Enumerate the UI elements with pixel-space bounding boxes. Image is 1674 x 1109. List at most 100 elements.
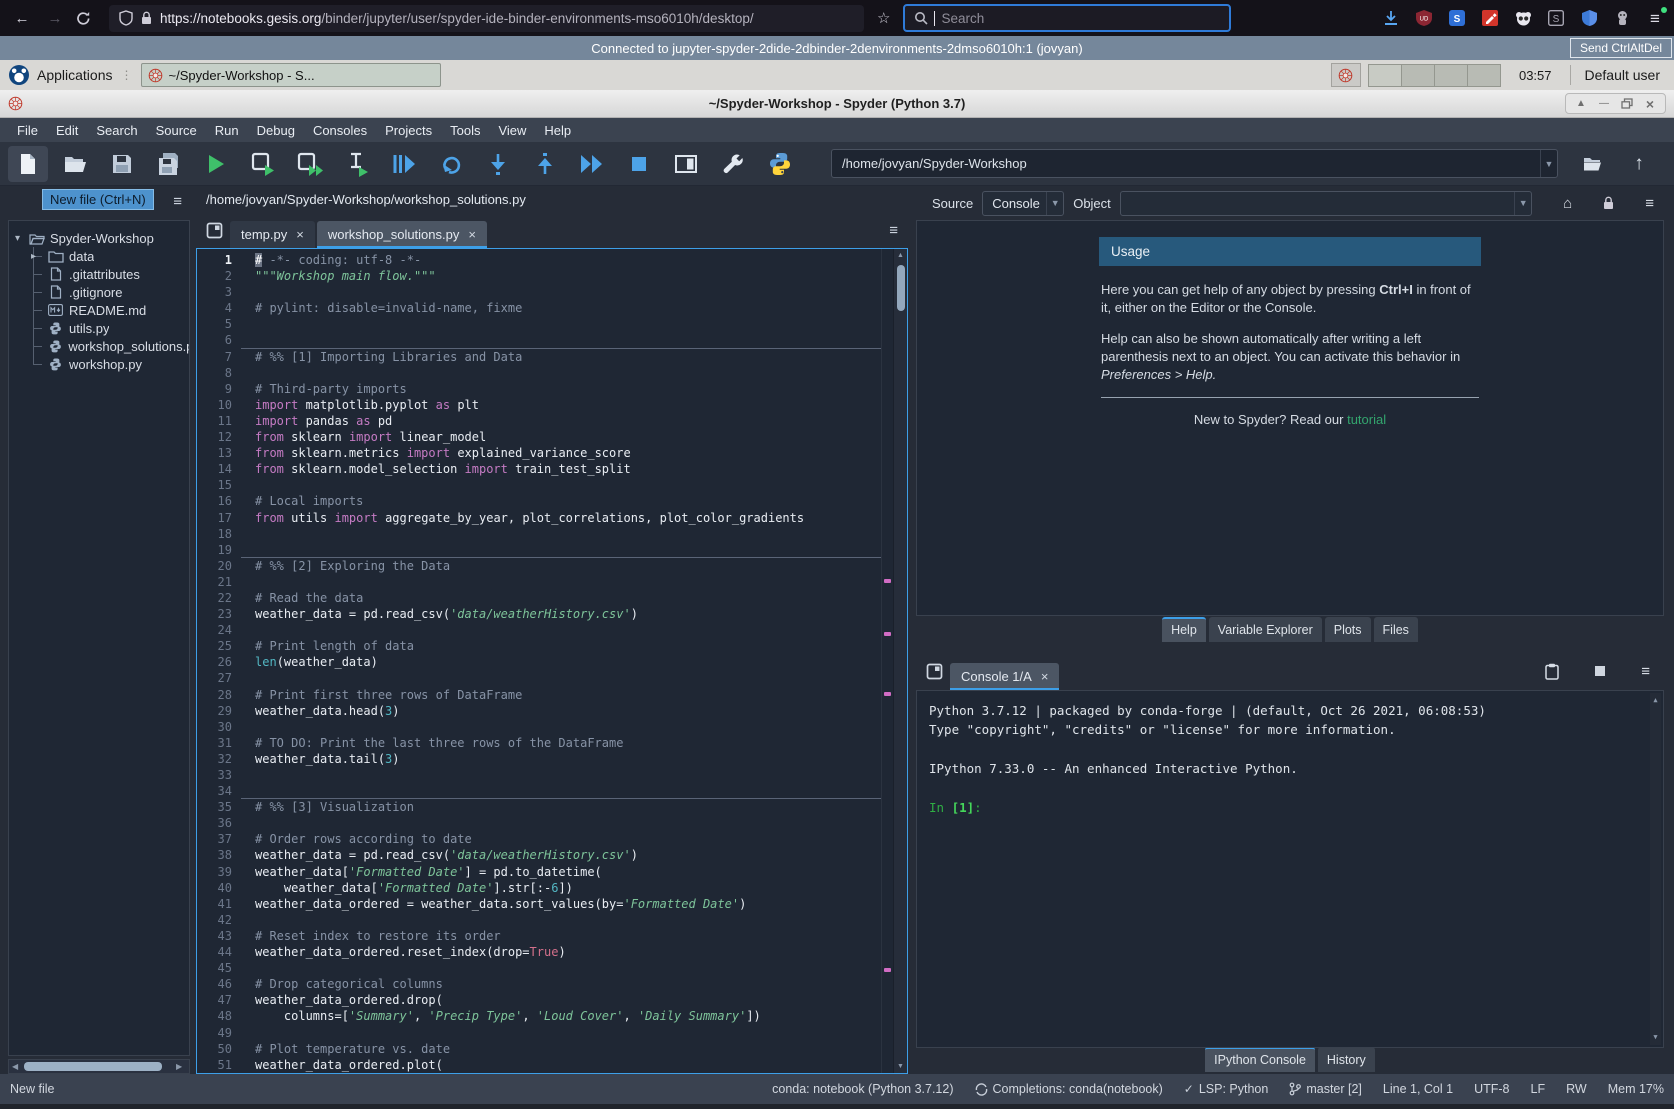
tree-item-data[interactable]: ▸data [9,247,189,265]
step-into-button[interactable] [478,146,518,182]
browse-tabs-icon[interactable] [200,216,228,244]
close-tab-icon[interactable]: × [1041,669,1049,684]
workspace-4[interactable] [1467,64,1501,87]
applications-menu[interactable]: Applications [8,64,113,86]
systray-spyder-icon[interactable] [1331,63,1361,87]
save-button[interactable] [102,146,142,182]
save-all-button[interactable] [149,146,189,182]
pen-extension-icon[interactable] [1481,9,1499,27]
scroll-up-icon[interactable]: ▲ [894,252,907,259]
run-selection-button[interactable] [337,146,377,182]
tracking-shield-icon[interactable] [119,10,133,26]
console-output[interactable]: Python 3.7.12 | packaged by conda-forge … [916,690,1664,1048]
help-object-combo[interactable]: ▼ [1120,191,1532,216]
todo-flag[interactable] [884,968,891,972]
todo-flag[interactable] [884,632,891,636]
reload-icon[interactable] [76,11,100,26]
home-icon[interactable]: ⌂ [1563,195,1572,212]
minimize-window-icon[interactable]: — [1594,95,1614,112]
useragent-switcher-icon[interactable] [1613,9,1631,27]
scroll-right-icon[interactable]: ▶ [176,1062,186,1071]
step-return-button[interactable] [525,146,565,182]
workspace-1[interactable] [1368,64,1402,87]
pane-tab-help[interactable]: Help [1162,617,1206,642]
menu-search[interactable]: Search [87,120,146,141]
scroll-left-icon[interactable]: ◀ [12,1062,22,1071]
continue-button[interactable] [572,146,612,182]
send-ctrlaltdel-button[interactable]: Send CtrlAltDel [1570,38,1672,58]
chevron-down-icon[interactable]: ▼ [1540,150,1557,177]
lock-icon[interactable] [1603,196,1614,210]
menu-projects[interactable]: Projects [376,120,441,141]
todo-flag[interactable] [884,692,891,696]
menu-debug[interactable]: Debug [248,120,304,141]
horizontal-scrollbar[interactable]: ◀ ▶ [8,1059,190,1074]
taskbar-window-button[interactable]: ~/Spyder-Workshop - S... [141,63,441,87]
chevron-right-icon[interactable]: ▸ [31,251,36,262]
lock-icon[interactable] [141,11,152,25]
browse-directory-button[interactable] [1572,146,1612,182]
new-file-button[interactable] [8,146,48,182]
menu-run[interactable]: Run [206,120,248,141]
menu-consoles[interactable]: Consoles [304,120,376,141]
editor-options-icon[interactable]: ≡ [889,222,898,239]
menu-tools[interactable]: Tools [441,120,489,141]
tutorial-link[interactable]: tutorial [1347,412,1386,427]
session-extension-icon[interactable]: S [1448,9,1466,27]
pane-tab-variable-explorer[interactable]: Variable Explorer [1209,617,1322,642]
interrupt-kernel-icon[interactable] [1595,666,1605,676]
close-tab-icon[interactable]: × [296,227,304,242]
editor-tab-temp.py[interactable]: temp.py× [230,221,315,248]
clipboard-icon[interactable] [1545,663,1559,680]
pane-tab-history[interactable]: History [1318,1047,1375,1072]
pane-options-icon[interactable]: ≡ [173,193,182,210]
debug-file-button[interactable] [384,146,424,182]
scroll-down-icon[interactable]: ▼ [894,1063,907,1070]
back-icon[interactable]: ← [10,10,34,27]
open-file-button[interactable] [55,146,95,182]
scroll-down-icon[interactable]: ▼ [1650,1032,1661,1043]
tree-item-workshop-py[interactable]: workshop.py [9,355,189,373]
console-options-icon[interactable]: ≡ [1641,663,1650,680]
working-directory-combo[interactable]: /home/jovyan/Spyder-Workshop ▼ [831,149,1558,178]
close-tab-icon[interactable]: × [468,227,476,242]
menu-source[interactable]: Source [147,120,206,141]
go-up-directory-button[interactable]: ↑ [1619,146,1659,182]
scrollbar-thumb[interactable] [24,1062,162,1071]
menu-help[interactable]: Help [535,120,580,141]
help-options-icon[interactable]: ≡ [1645,195,1654,212]
help-source-combo[interactable]: Console ▼ [982,191,1064,216]
browse-tabs-icon[interactable] [920,657,948,685]
app-menu-icon[interactable]: ≡ [1646,9,1664,27]
run-cell-advance-button[interactable] [290,146,330,182]
console-tab[interactable]: Console 1/A × [950,663,1059,690]
tampermonkey-icon[interactable] [1514,9,1532,27]
chevron-down-icon[interactable]: ▾ [15,233,28,244]
tree-item-spyder-workshop[interactable]: ▾Spyder-Workshop [9,229,189,247]
bitwarden-shield-icon[interactable] [1580,9,1598,27]
run-cell-button[interactable] [243,146,283,182]
todo-flag[interactable] [884,579,891,583]
debug-current-line-button[interactable] [431,146,471,182]
preferences-button[interactable] [713,146,753,182]
editor-tab-workshop_solutions.py[interactable]: workshop_solutions.py× [317,221,487,248]
tree-item--gitignore[interactable]: .gitignore [9,283,189,301]
pane-splitter[interactable] [914,644,1666,652]
tree-item-utils-py[interactable]: utils.py [9,319,189,337]
menu-file[interactable]: File [8,120,47,141]
tree-item-workshop-solutions-p[interactable]: workshop_solutions.p [9,337,189,355]
pane-tab-files[interactable]: Files [1374,617,1418,642]
maximize-window-icon[interactable] [1617,95,1637,112]
stylus-icon[interactable]: S [1547,9,1565,27]
scrollbar-thumb[interactable] [897,265,905,311]
url-bar[interactable]: https://notebooks.gesis.org/binder/jupyt… [109,5,864,32]
search-input[interactable]: Search [903,4,1231,32]
shade-window-icon[interactable]: ▲ [1571,95,1591,112]
code-editor[interactable]: 1234567891011121314151617181920212223242… [196,248,908,1074]
tree-item-readme-md[interactable]: README.md [9,301,189,319]
workspace-2[interactable] [1401,64,1435,87]
workspace-3[interactable] [1434,64,1468,87]
pane-tab-ipython-console[interactable]: IPython Console [1205,1047,1315,1072]
scroll-up-icon[interactable]: ▲ [1650,695,1661,706]
menu-view[interactable]: View [489,120,535,141]
